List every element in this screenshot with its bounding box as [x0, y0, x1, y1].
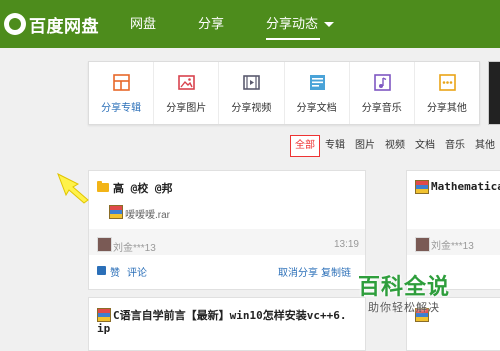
- filter-document[interactable]: 文档: [410, 136, 440, 156]
- category-music[interactable]: 分享音乐: [348, 62, 414, 124]
- watermark: 百科全说 助你轻松解决: [349, 274, 459, 322]
- card-title[interactable]: C语言自学前言【最新】win10怎样安装vc++6.: [113, 307, 346, 323]
- filter-other[interactable]: 其他: [470, 136, 500, 156]
- nav-netdisk[interactable]: 网盘: [130, 0, 156, 48]
- category-label: 分享专辑: [101, 103, 142, 114]
- share-category-bar: 分享专辑 分享图片 分享视频 分享文档 分享音乐 分享其他: [88, 61, 480, 125]
- share-time: 13:19: [333, 239, 359, 250]
- folder-icon: [97, 181, 109, 192]
- avatar[interactable]: [415, 237, 430, 252]
- share-feed-card: C语言自学前言【最新】win10怎样安装vc++6. ip: [88, 297, 366, 351]
- chevron-down-icon: [324, 22, 335, 28]
- category-label: 分享图片: [166, 103, 207, 114]
- watermark-subtitle: 助你轻松解决: [368, 302, 440, 314]
- album-icon: [113, 74, 130, 91]
- filter-video[interactable]: 视频: [380, 136, 410, 156]
- like-button[interactable]: 赞: [110, 264, 120, 279]
- video-icon: [243, 75, 261, 90]
- avatar[interactable]: [97, 237, 112, 252]
- copy-link-button[interactable]: 复制链: [321, 264, 351, 279]
- rar-file-icon: [415, 180, 429, 194]
- category-label: 分享音乐: [361, 103, 402, 114]
- other-icon: [439, 74, 456, 91]
- category-video[interactable]: 分享视频: [218, 62, 283, 124]
- category-label: 分享文档: [296, 103, 337, 114]
- baidu-netdisk-logo[interactable]: 百度网盘: [4, 12, 99, 36]
- logo-text: 百度网盘: [29, 16, 99, 36]
- category-image[interactable]: 分享图片: [153, 62, 218, 124]
- category-document[interactable]: 分享文档: [283, 62, 349, 124]
- user-name[interactable]: 刘金***13: [431, 237, 474, 252]
- category-label: 分享视频: [231, 103, 272, 114]
- image-icon: [178, 75, 195, 90]
- filter-all[interactable]: 全部: [290, 135, 320, 157]
- rar-file-icon: [109, 205, 123, 219]
- filter-music[interactable]: 音乐: [440, 136, 470, 156]
- filter-album[interactable]: 专辑: [320, 136, 350, 156]
- music-icon: [373, 74, 391, 91]
- card-title[interactable]: Mathematica_: [431, 180, 500, 193]
- document-icon: [309, 75, 325, 90]
- share-feed-card: 高 @校 @邦 嗳嗳嗳.rar 刘金***13 13:19 赞 评论 取消分享 …: [88, 170, 366, 290]
- card-title[interactable]: 高 @校 @邦: [113, 180, 173, 196]
- cancel-share-button[interactable]: 取消分享: [278, 264, 318, 279]
- category-album[interactable]: 分享专辑: [89, 62, 153, 124]
- filter-tabs: 全部 专辑 图片 视频 文档 音乐 其他: [290, 135, 500, 157]
- nav-share-feed-label: 分享动态: [266, 16, 319, 31]
- share-feed-card: Mathematica_ 刘金***13: [406, 170, 500, 290]
- side-preview-image[interactable]: [488, 61, 500, 125]
- nav-share-feed[interactable]: 分享动态: [266, 0, 335, 48]
- like-icon[interactable]: [97, 266, 106, 275]
- user-name[interactable]: 刘金***13: [113, 239, 156, 254]
- file-name[interactable]: 嗳嗳嗳.rar: [125, 206, 170, 221]
- category-label: 分享其他: [426, 103, 467, 114]
- category-other[interactable]: 分享其他: [413, 62, 479, 124]
- yellow-arrow-icon: [57, 172, 89, 204]
- nav-share[interactable]: 分享: [198, 0, 224, 48]
- filter-image[interactable]: 图片: [350, 136, 380, 156]
- top-nav-bar: 百度网盘 网盘 分享 分享动态: [0, 0, 500, 48]
- watermark-title: 百科全说: [357, 274, 450, 299]
- comment-button[interactable]: 评论: [127, 264, 147, 279]
- card-title-continued[interactable]: ip: [97, 322, 110, 335]
- logo-icon: [4, 13, 26, 35]
- rar-file-icon: [97, 308, 111, 322]
